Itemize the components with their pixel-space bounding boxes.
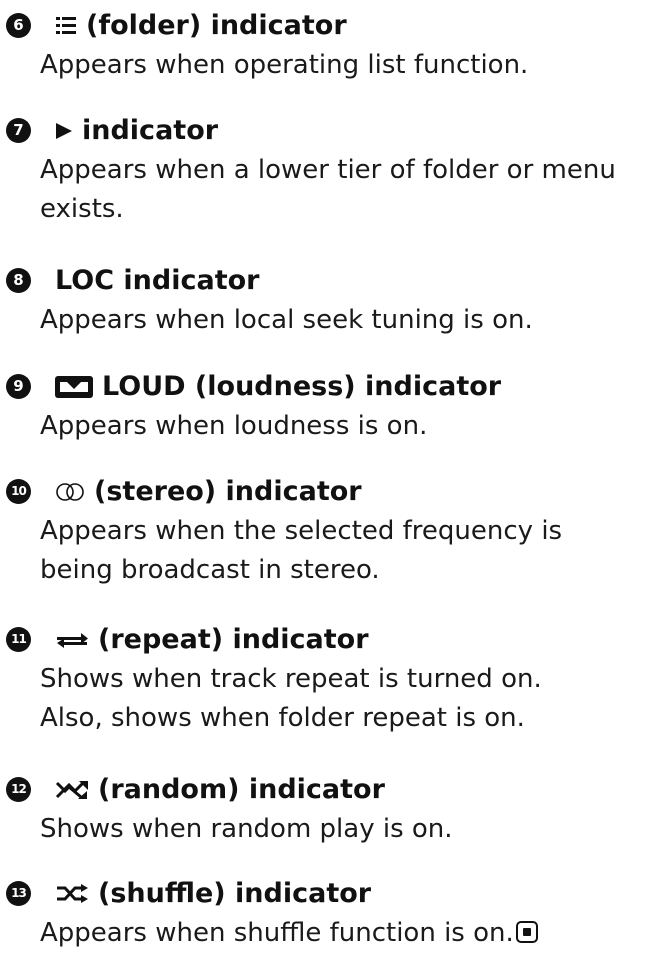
- item-title-text: LOUD (loudness) indicator: [102, 371, 502, 402]
- item-description: Appears when loudness is on.: [40, 407, 630, 446]
- loudness-icon: [55, 376, 93, 398]
- item-title-text: (random) indicator: [98, 774, 385, 805]
- item-title: (repeat) indicator: [55, 620, 369, 660]
- item-description: Appears when shuffle function is on.: [40, 914, 630, 953]
- item-number: 13: [6, 881, 31, 906]
- description-line: Appears when operating list function.: [40, 50, 529, 80]
- list-item: 7 indicator Appears when a lower tier of…: [0, 111, 645, 229]
- item-title: (shuffle) indicator: [55, 874, 371, 914]
- item-number: 6: [6, 13, 31, 38]
- repeat-icon: [57, 633, 88, 648]
- list-item: 8 LOC indicator Appears when local seek …: [0, 261, 645, 340]
- description-text: Appears when shuffle function is on.: [40, 918, 514, 948]
- item-description: Appears when a lower tier of folder or m…: [40, 151, 630, 229]
- item-number: 10: [6, 479, 31, 504]
- description-line: Shows when track repeat is turned on.: [40, 664, 542, 694]
- description-line: Appears when the selected frequency is: [40, 516, 563, 546]
- item-number: 7: [6, 118, 31, 143]
- description-line: exists.: [40, 194, 124, 224]
- stop-square-icon: [515, 921, 538, 943]
- item-title: LOC indicator: [55, 261, 259, 301]
- folder-list-icon: [56, 17, 76, 34]
- list-item: 6 (folder) indicator Appears when operat…: [0, 6, 645, 85]
- item-number: 8: [6, 268, 31, 293]
- list-item: 9 LOUD (loudness) indicator Appears when…: [0, 367, 645, 446]
- triangle-right-icon: [56, 123, 72, 139]
- shuffle-icon: [57, 884, 88, 903]
- item-description: Shows when random play is on.: [40, 810, 630, 849]
- description-line: Appears when shuffle function is on.: [40, 914, 630, 953]
- description-line: Also, shows when folder repeat is on.: [40, 703, 525, 733]
- item-description: Appears when the selected frequency is b…: [40, 512, 630, 590]
- item-title-text: LOC indicator: [55, 265, 260, 296]
- stereo-icon: [56, 483, 84, 501]
- description-line: Appears when loudness is on.: [40, 411, 428, 441]
- list-item: 10 (stereo) indicator Appears when the s…: [0, 472, 645, 590]
- item-title-text: (stereo) indicator: [94, 476, 362, 507]
- list-item: 13 (shuffle) indicator Appears when shuf…: [0, 874, 645, 953]
- item-number: 11: [6, 627, 31, 652]
- item-title-text: (folder) indicator: [86, 10, 347, 41]
- description-line: Appears when a lower tier of folder or m…: [40, 155, 616, 185]
- item-title: (random) indicator: [55, 770, 385, 810]
- item-title-text: indicator: [82, 115, 219, 146]
- description-line: Shows when random play is on.: [40, 814, 453, 844]
- item-description: Appears when local seek tuning is on.: [40, 301, 630, 340]
- description-line: Appears when local seek tuning is on.: [40, 305, 533, 335]
- list-item: 12 (random) indicator Shows when random …: [0, 770, 645, 849]
- item-title: (folder) indicator: [55, 6, 347, 46]
- description-line: being broadcast in stereo.: [40, 555, 380, 585]
- item-title-text: (shuffle) indicator: [98, 878, 372, 909]
- item-title: indicator: [55, 111, 218, 151]
- item-description: Appears when operating list function.: [40, 46, 630, 85]
- list-item: 11 (repeat) indicator Shows when track r…: [0, 620, 645, 738]
- item-number: 9: [6, 374, 31, 399]
- item-title: LOUD (loudness) indicator: [55, 367, 501, 407]
- item-number: 12: [6, 777, 31, 802]
- item-title-text: (repeat) indicator: [98, 624, 369, 655]
- item-description: Shows when track repeat is turned on. Al…: [40, 660, 630, 738]
- item-title: (stereo) indicator: [55, 472, 362, 512]
- random-icon: [55, 781, 88, 799]
